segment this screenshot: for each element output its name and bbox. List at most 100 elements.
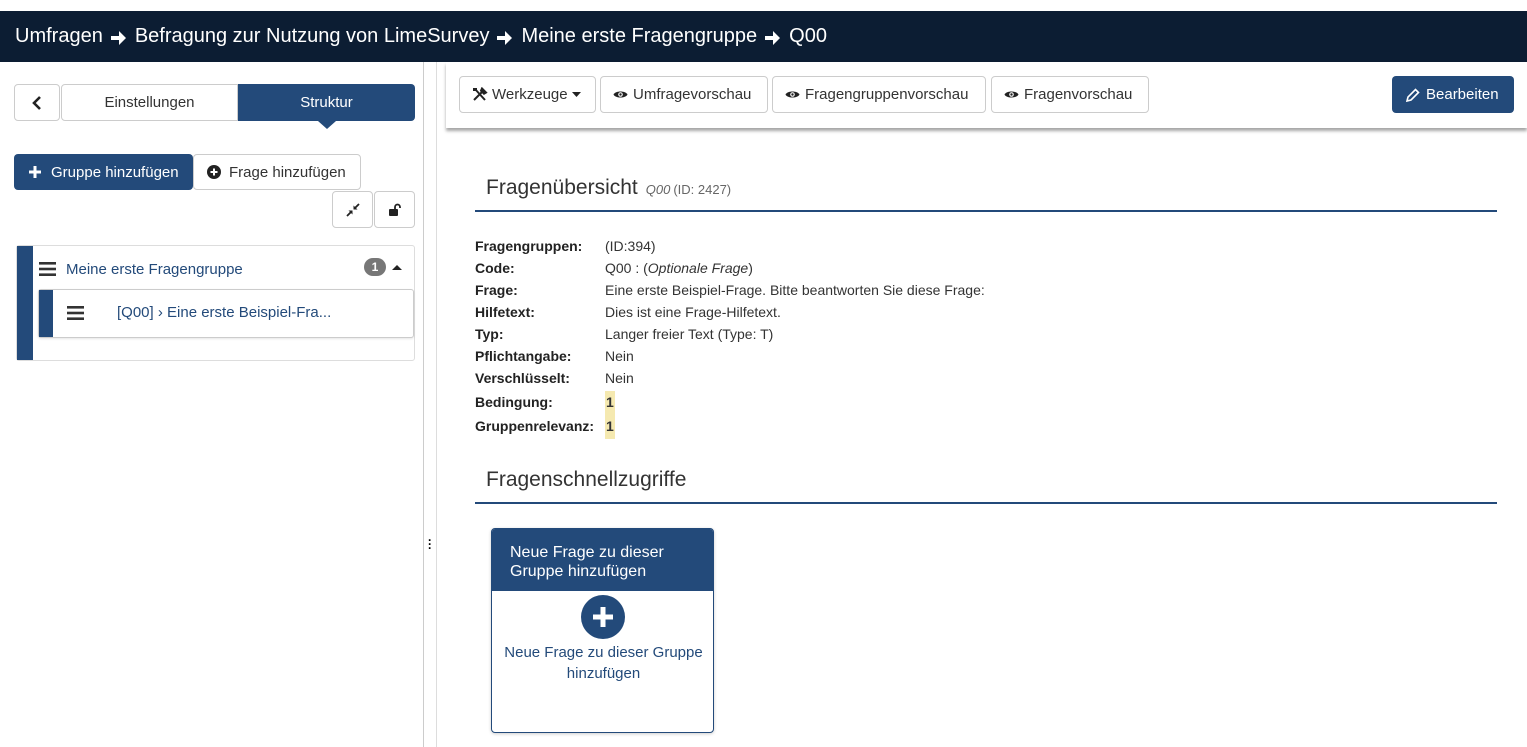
detail-value: Nein: [605, 348, 634, 364]
question-id: (ID: 2427): [673, 182, 732, 197]
tools-label: Werkzeuge: [492, 86, 568, 103]
top-band: [0, 0, 1527, 11]
tools-icon: [473, 87, 488, 101]
collapse-all-button[interactable]: [332, 191, 373, 228]
sidebar-small-buttons: [331, 191, 415, 228]
detail-value: Eine erste Beispiel-Frage. Bitte beantwo…: [605, 282, 985, 298]
detail-row: Typ: Langer freier Text (Type: T): [475, 325, 985, 347]
tab-settings[interactable]: Einstellungen: [61, 84, 238, 121]
plus-icon: [29, 166, 41, 178]
breadcrumb-group[interactable]: Meine erste Fragengruppe: [521, 25, 757, 48]
detail-value-highlight: 1: [605, 391, 615, 415]
hamburger-icon[interactable]: [67, 306, 84, 320]
detail-value: Nein: [605, 370, 634, 386]
compress-icon: [345, 202, 360, 217]
question-tree: Meine erste Fragengruppe 1 [Q00] › Eine …: [16, 245, 415, 361]
breadcrumb-surveys[interactable]: Umfragen: [15, 25, 103, 48]
group-preview-label: Fragengruppenvorschau: [805, 86, 969, 103]
sidebar-actions: Gruppe hinzufügen Frage hinzufügen: [14, 154, 361, 190]
detail-row: Bedingung: 1: [475, 391, 985, 415]
detail-key: Bedingung:: [475, 394, 553, 410]
detail-key: Verschlüsselt:: [475, 370, 570, 386]
sidebar: Einstellungen Struktur Gruppe hinzufügen…: [0, 62, 424, 747]
arrow-right-icon: [765, 30, 781, 45]
question-drag-handle[interactable]: [39, 290, 53, 337]
section-divider: [475, 502, 1497, 504]
count-badge: 1: [364, 258, 386, 276]
add-question-card[interactable]: Neue Frage zu dieser Gruppe hinzufügen N…: [491, 528, 714, 733]
eye-icon: [1004, 91, 1019, 98]
overview-header: Fragenübersicht Q00 (ID: 2427): [475, 176, 1497, 212]
detail-key: Typ:: [475, 326, 504, 342]
plus-icon: [593, 607, 613, 627]
detail-key: Fragengruppen:: [475, 238, 583, 254]
sidebar-resize-handle[interactable]: · · ·: [424, 62, 437, 747]
detail-key: Gruppenrelevanz:: [475, 418, 595, 434]
survey-preview-button[interactable]: Umfragevorschau: [600, 76, 768, 113]
tools-dropdown-button[interactable]: Werkzeuge: [459, 76, 596, 113]
code-optional: Optionale Frage: [647, 260, 749, 276]
detail-row: Hilfetext: Dies ist eine Frage-Hilfetext.: [475, 303, 985, 325]
add-question-button[interactable]: Frage hinzufügen: [193, 154, 361, 190]
vertical-dots-icon[interactable]: · · ·: [428, 534, 432, 554]
overview-title-text: Fragenübersicht: [486, 176, 638, 199]
detail-value: Q00 : (Optionale Frage): [605, 259, 753, 281]
arrow-right-icon: [110, 30, 126, 45]
tree-group-row[interactable]: Meine erste Fragengruppe 1: [39, 258, 409, 280]
breadcrumb-question: Q00: [789, 25, 827, 47]
code-prefix: Q00 : (: [605, 260, 648, 276]
caret-up-icon[interactable]: [390, 262, 404, 272]
survey-preview-label: Umfragevorschau: [633, 86, 752, 103]
toolbar: Werkzeuge Umfragevorschau Fragengruppenv…: [446, 62, 1527, 128]
group-drag-handle[interactable]: [17, 246, 33, 360]
detail-key: Hilfetext:: [475, 304, 535, 320]
breadcrumb-survey[interactable]: Befragung zur Nutzung von LimeSurvey: [135, 25, 490, 48]
group-preview-button[interactable]: Fragengruppenvorschau: [772, 76, 986, 113]
eye-icon: [785, 91, 800, 98]
quick-actions-header: Fragenschnellzugriffe: [475, 468, 1497, 504]
detail-row: Fragengruppen: (ID:394): [475, 237, 985, 259]
detail-key: Code:: [475, 260, 515, 276]
hamburger-icon[interactable]: [39, 262, 56, 276]
group-question-count: 1: [364, 258, 404, 276]
unlock-icon: [388, 203, 401, 216]
edit-label: Bearbeiten: [1426, 86, 1499, 103]
card-heading: Neue Frage zu dieser Gruppe hinzufügen: [492, 529, 713, 591]
detail-row: Pflichtangabe: Nein: [475, 347, 985, 369]
code-suffix: ): [748, 260, 753, 276]
detail-value: Langer freier Text (Type: T): [605, 326, 774, 342]
pencil-icon: [1406, 87, 1420, 102]
question-code: Q00: [645, 182, 671, 197]
detail-value-highlight: 1: [605, 415, 615, 439]
detail-row: Verschlüsselt: Nein: [475, 369, 985, 391]
card-text: Neue Frage zu dieser Gruppe hinzufügen: [504, 644, 703, 682]
tree-group-label[interactable]: Meine erste Fragengruppe: [66, 261, 243, 278]
tree-question-item[interactable]: [Q00] › Eine erste Beispiel-Fra...: [38, 289, 414, 338]
plus-circle-icon: [207, 165, 221, 179]
breadcrumb: Umfragen Befragung zur Nutzung von LimeS…: [0, 11, 1527, 62]
detail-row: Code: Q00 : (Optionale Frage): [475, 259, 985, 281]
detail-key: Pflichtangabe:: [475, 348, 572, 364]
tab-structure[interactable]: Struktur: [238, 84, 415, 129]
quick-actions-title: Fragenschnellzugriffe: [486, 468, 687, 491]
edit-button[interactable]: Bearbeiten: [1392, 76, 1514, 113]
add-question-label: Frage hinzufügen: [229, 163, 346, 181]
unlock-button[interactable]: [374, 191, 415, 228]
question-preview-button[interactable]: Fragenvorschau: [991, 76, 1149, 113]
caret-down-icon: [571, 91, 581, 97]
section-divider: [475, 210, 1497, 212]
overview-title: Fragenübersicht Q00 (ID: 2427): [475, 176, 1497, 200]
detail-row: Gruppenrelevanz: 1: [475, 415, 985, 439]
collapse-sidebar-button[interactable]: [14, 84, 60, 121]
question-details: Fragengruppen: (ID:394) Code: Q00 : (Optio…: [475, 237, 985, 439]
eye-icon: [613, 91, 628, 98]
add-group-button[interactable]: Gruppe hinzufügen: [14, 154, 193, 190]
add-group-label: Gruppe hinzufügen: [51, 163, 179, 181]
tree-question-label[interactable]: [Q00] › Eine erste Beispiel-Fra...: [117, 304, 331, 321]
detail-value: Dies ist eine Frage-Hilfetext.: [605, 304, 781, 320]
plus-circle-icon: [581, 595, 625, 639]
chevron-left-icon: [32, 95, 41, 110]
detail-value: (ID:394): [605, 238, 656, 254]
arrow-right-icon: [497, 30, 513, 45]
detail-row: Frage: Eine erste Beispiel-Frage. Bitte b…: [475, 281, 985, 303]
